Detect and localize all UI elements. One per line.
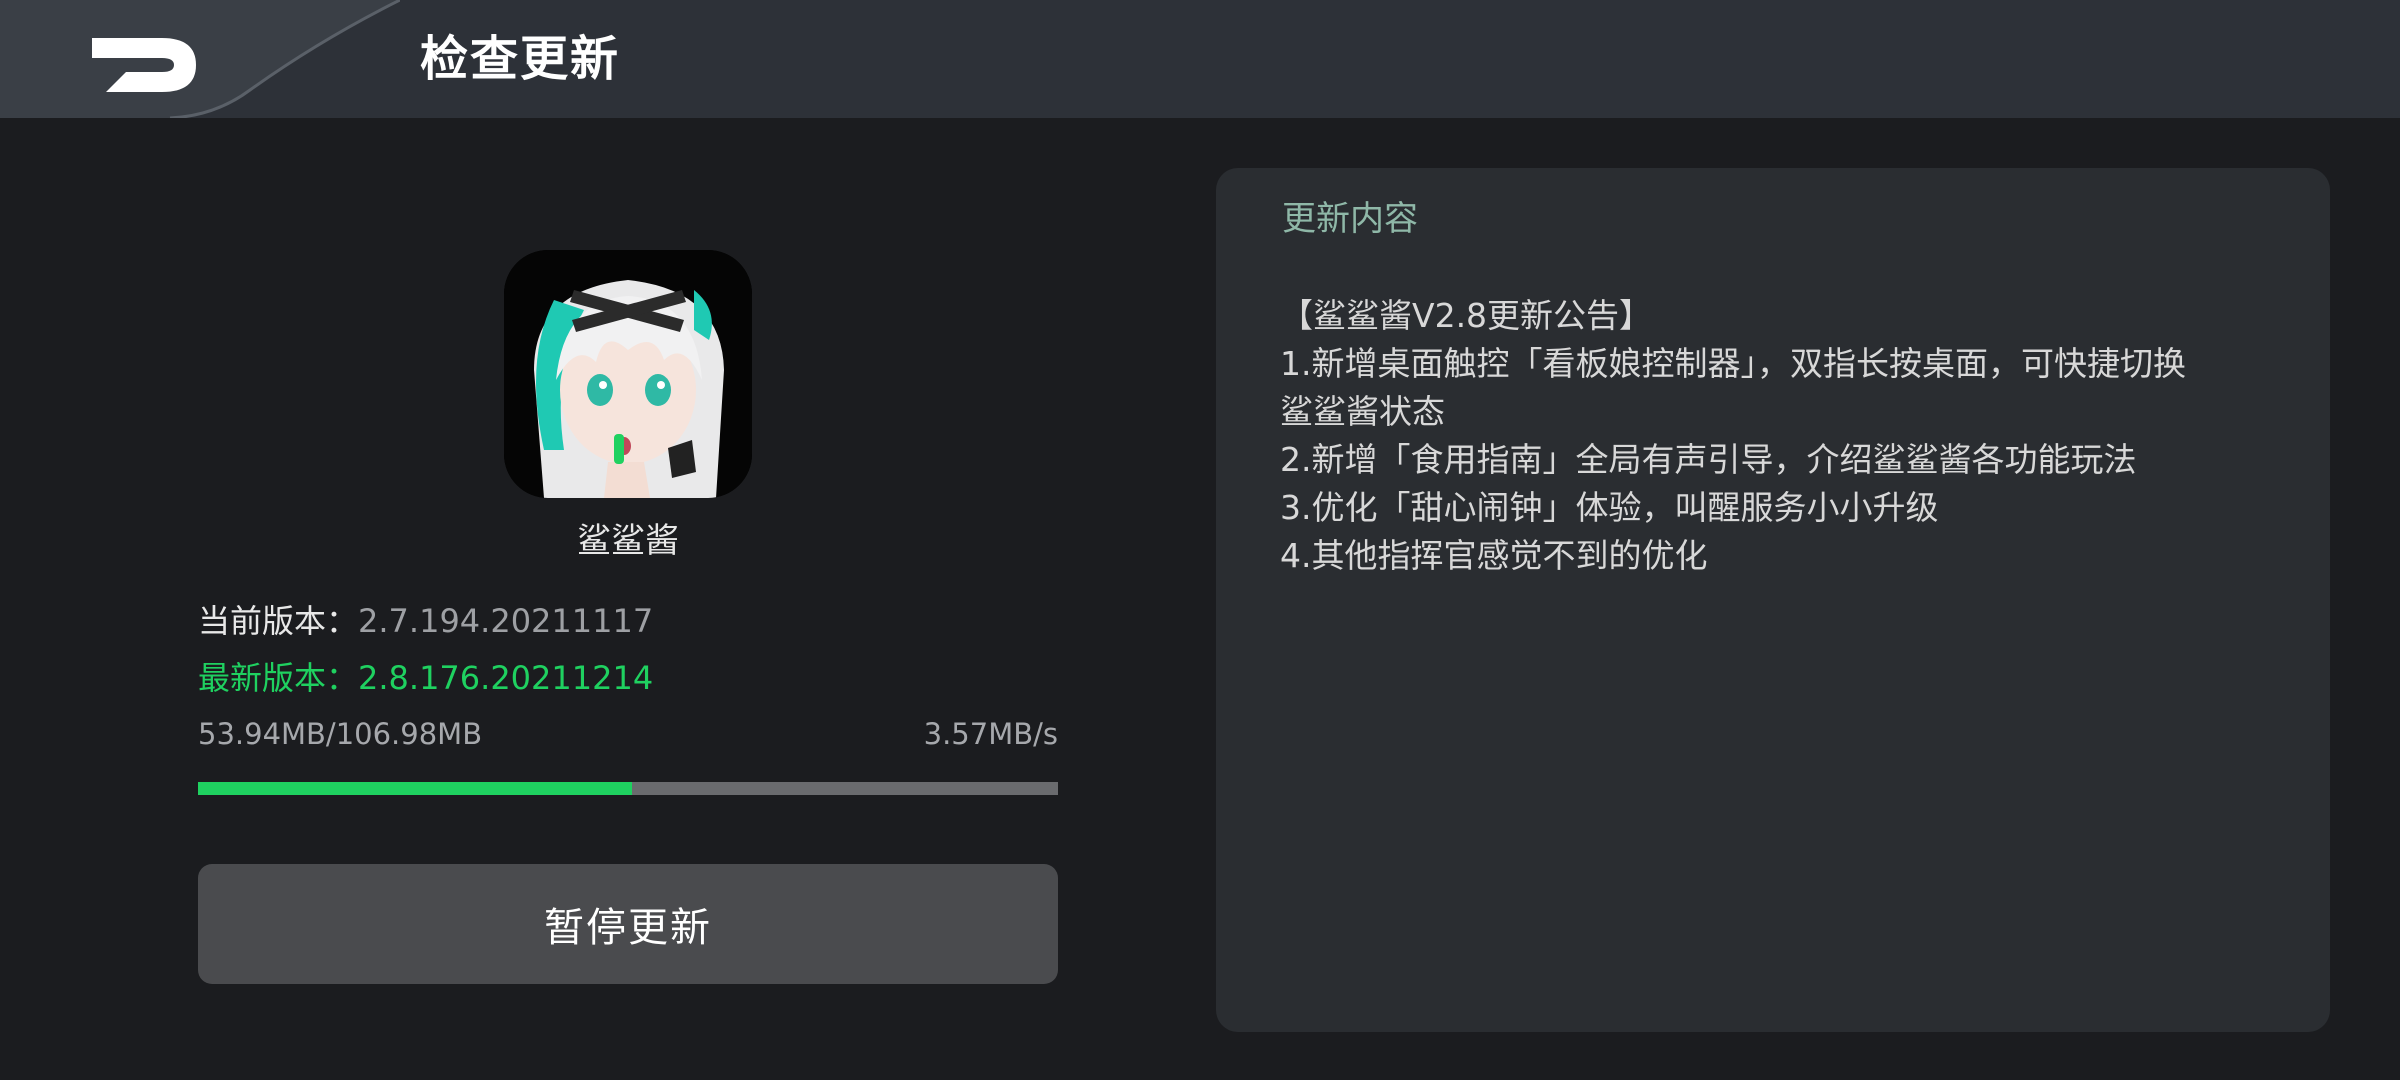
- current-version-label: 当前版本：: [198, 602, 359, 640]
- download-progress-fill: [198, 782, 632, 795]
- current-version: 当前版本：2.7.194.20211117: [198, 598, 653, 644]
- download-speed: 3.57MB/s: [923, 717, 1058, 751]
- release-note-line: 2.新增「食用指南」全局有声引导，介绍鲨鲨酱各功能玩法: [1280, 440, 2137, 479]
- download-info: 53.94MB/106.98MB 3.57MB/s: [198, 714, 1058, 754]
- release-note-line: 4.其他指挥官感觉不到的优化: [1280, 536, 1708, 575]
- release-note-line: 鲨鲨酱状态: [1280, 392, 1445, 431]
- anime-character-icon: [504, 250, 752, 498]
- release-notes-title: 更新内容: [1282, 199, 1418, 239]
- top-bar: 检查更新: [0, 0, 2400, 118]
- download-progress-bar: [198, 782, 1058, 795]
- app-icon: [504, 250, 752, 498]
- latest-version: 最新版本：2.8.176.20211214: [198, 659, 654, 697]
- release-notes-panel: 更新内容 【鲨鲨酱V2.8更新公告】 1.新增桌面触控「看板娘控制器」，双指长按…: [1216, 168, 2330, 1032]
- current-version-value: 2.7.194.20211117: [358, 602, 654, 640]
- app-name: 鲨鲨酱: [577, 521, 679, 561]
- pause-update-button[interactable]: 暂停更新: [198, 864, 1058, 984]
- update-status-panel: 鲨鲨酱 当前版本：2.7.194.20211117 最新版本：2.8.176.2…: [0, 118, 1200, 1080]
- release-note-line: 1.新增桌面触控「看板娘控制器」，双指长按桌面，可快捷切换: [1280, 344, 2186, 383]
- page-title: 检查更新: [420, 31, 621, 87]
- release-notes-body: 【鲨鲨酱V2.8更新公告】 1.新增桌面触控「看板娘控制器」，双指长按桌面，可快…: [1280, 292, 2280, 580]
- release-note-line: 3.优化「甜心闹钟」体验，叫醒服务小小升级: [1280, 488, 1939, 527]
- download-progress-text: 53.94MB/106.98MB: [198, 717, 483, 751]
- release-note-line: 【鲨鲨酱V2.8更新公告】: [1280, 296, 1653, 335]
- back-button[interactable]: [40, 14, 240, 104]
- back-arrow-icon: [92, 38, 196, 92]
